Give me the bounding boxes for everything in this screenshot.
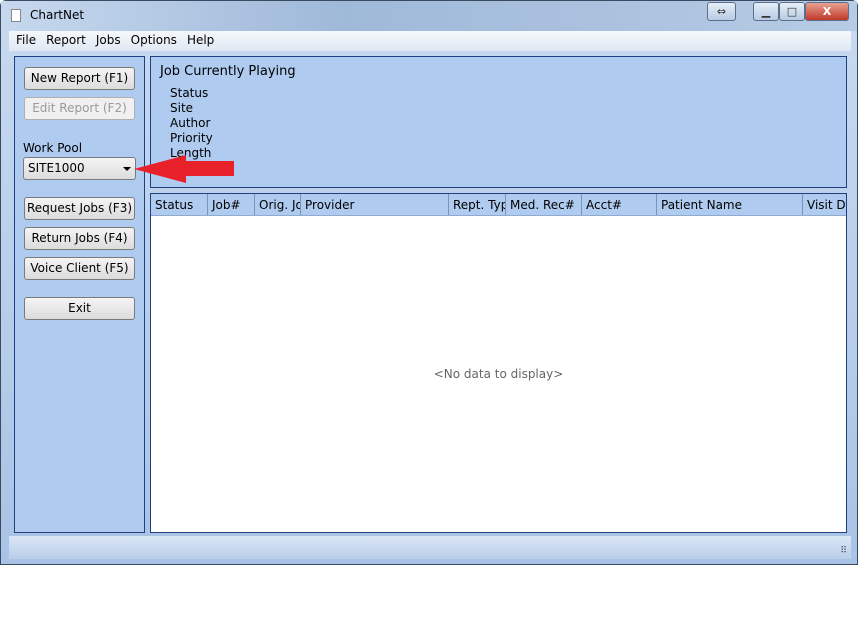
red-arrow-annotation-icon [134, 155, 234, 183]
chevron-down-icon [123, 167, 131, 171]
request-jobs-button[interactable]: Request Jobs (F3) [24, 197, 135, 220]
job-playing-panel: Job Currently Playing Status Site Author… [150, 56, 847, 188]
voice-client-button[interactable]: Voice Client (F5) [24, 257, 135, 280]
field-status: Status [170, 86, 209, 100]
return-jobs-button[interactable]: Return Jobs (F4) [24, 227, 135, 250]
panel-title: Job Currently Playing [160, 64, 296, 79]
menu-jobs[interactable]: Jobs [93, 31, 124, 49]
grid-header: Status Job# Orig. Jo Provider Rept. Typ … [151, 194, 846, 216]
menu-report[interactable]: Report [43, 31, 89, 49]
resize-grip-icon[interactable]: ⠿ [840, 546, 847, 556]
col-rept-type[interactable]: Rept. Typ [449, 194, 506, 215]
col-status[interactable]: Status [151, 194, 208, 215]
col-visit-date[interactable]: Visit D [803, 194, 846, 215]
empty-message: <No data to display> [433, 367, 564, 381]
work-pool-value: SITE1000 [28, 161, 85, 175]
app-window: ChartNet ⇔ ▁ □ X File Report Jobs Options He… [0, 0, 858, 565]
menu-help[interactable]: Help [184, 31, 217, 49]
app-icon [11, 9, 21, 22]
window-title: ChartNet [30, 8, 85, 22]
col-patient-name[interactable]: Patient Name [657, 194, 803, 215]
exit-button[interactable]: Exit [24, 297, 135, 320]
status-bar: ⠿ [9, 536, 851, 559]
work-pool-select[interactable]: SITE1000 [23, 157, 136, 180]
maximize-button[interactable]: □ [779, 2, 805, 21]
field-site: Site [170, 101, 194, 115]
field-priority: Priority [170, 131, 213, 145]
col-provider[interactable]: Provider [301, 194, 449, 215]
edit-report-button: Edit Report (F2) [24, 97, 135, 120]
snap-button[interactable]: ⇔ [707, 2, 736, 21]
col-orig-job[interactable]: Orig. Jo [255, 194, 301, 215]
jobs-grid: Status Job# Orig. Jo Provider Rept. Typ … [150, 193, 847, 533]
work-pool-label: Work Pool [23, 141, 83, 155]
col-job[interactable]: Job# [208, 194, 255, 215]
close-button[interactable]: X [805, 2, 849, 21]
menu-file[interactable]: File [13, 31, 39, 49]
menu-options[interactable]: Options [128, 31, 180, 49]
left-panel: New Report (F1) Edit Report (F2) Work Po… [14, 56, 145, 533]
menu-bar: File Report Jobs Options Help [9, 31, 851, 51]
new-report-button[interactable]: New Report (F1) [24, 67, 135, 90]
col-acct[interactable]: Acct# [582, 194, 657, 215]
field-author: Author [170, 116, 211, 130]
title-bar[interactable]: ChartNet ⇔ ▁ □ X [1, 1, 857, 31]
minimize-button[interactable]: ▁ [753, 2, 779, 21]
col-med-rec[interactable]: Med. Rec# [506, 194, 582, 215]
